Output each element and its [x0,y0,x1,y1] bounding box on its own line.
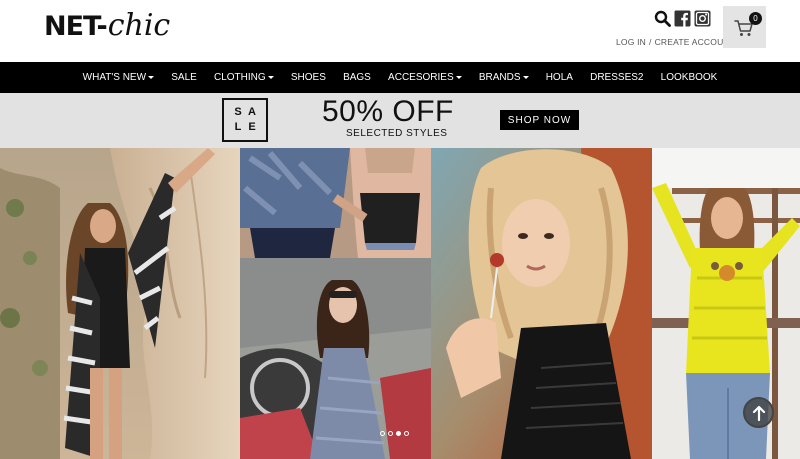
nav-item-bags[interactable]: BAGS [334,72,379,83]
main-nav: WHAT'S NEW SALE CLOTHING SHOES BAGS ACCE… [0,62,800,93]
account-separator: / [649,37,652,47]
slider-dot[interactable] [388,431,393,436]
photo-couple-denim[interactable] [240,148,431,258]
promo-subline: SELECTED STYLES [346,128,448,139]
promo-headline: 50% OFF [322,95,454,128]
sale-letter: A [248,106,256,118]
shop-now-button[interactable]: SHOP NOW [500,110,579,130]
nav-item-label: DRESSES2 [590,72,644,83]
nav-item-hola[interactable]: HOLA [537,72,581,83]
slider-pagination [380,431,409,436]
photo-couple-denim-image [240,148,431,258]
login-link[interactable]: LOG IN [616,37,646,47]
nav-item-label: ACCESORIES [388,72,454,83]
nav-item-shoes[interactable]: SHOES [282,72,334,83]
nav-item-clothing[interactable]: CLOTHING [205,72,282,83]
photo-yellow-sweater[interactable] [652,148,800,459]
site-logo[interactable]: NET-chic [44,8,170,44]
search-icon[interactable] [654,10,671,27]
photo-blonde-portrait-image [431,148,652,459]
logo-part-net: NET- [44,11,108,42]
nav-item-label: BAGS [343,72,371,83]
instagram-icon[interactable] [694,10,711,27]
sale-letter: E [248,121,256,133]
slider-dot[interactable] [404,431,409,436]
sale-badge: S A L E [222,98,268,142]
photo-convertible[interactable] [240,258,431,459]
cart-count-badge: 0 [749,12,762,25]
header-icons [654,10,711,27]
photo-convertible-image [240,258,431,459]
nav-item-label: SALE [171,72,197,83]
caret-down-icon [148,75,155,79]
nav-item-dresses2[interactable]: DRESSES2 [582,72,653,83]
nav-item-whats-new[interactable]: WHAT'S NEW [74,72,163,83]
facebook-icon[interactable] [674,10,691,27]
site-header: NET-chic LOG IN / CREATE ACCOUNT 0 [0,0,800,62]
lookbook-photo-grid [0,148,800,459]
nav-item-lookbook[interactable]: LOOKBOOK [652,72,726,83]
sale-letter: L [234,121,242,133]
nav-item-brands[interactable]: BRANDS [470,72,537,83]
nav-item-label: LOOKBOOK [660,72,718,83]
photo-blonde-portrait[interactable] [431,148,652,459]
promo-banner[interactable]: S A L E 50% OFF SELECTED STYLES [0,93,800,148]
sale-letter: S [234,106,242,118]
logo-part-chic: chic [107,8,171,43]
nav-item-label: CLOTHING [214,72,266,83]
nav-item-label: SHOES [290,72,326,83]
nav-item-sale[interactable]: SALE [163,72,206,83]
photo-desert-kimono[interactable] [0,148,240,459]
caret-down-icon [267,75,274,79]
nav-item-label: BRANDS [478,72,521,83]
account-links: LOG IN / CREATE ACCOUNT [616,37,735,47]
cart-button[interactable]: 0 [723,6,766,48]
photo-yellow-sweater-image [652,148,800,459]
nav-item-accesories[interactable]: ACCESORIES [379,72,470,83]
nav-item-label: HOLA [545,72,573,83]
nav-item-label: WHAT'S NEW [82,72,147,83]
caret-down-icon [522,75,529,79]
arrow-up-icon [752,405,766,421]
caret-down-icon [455,75,462,79]
slider-dot[interactable] [380,431,385,436]
back-to-top-button[interactable] [743,397,774,428]
photo-desert-kimono-image [0,148,240,459]
slider-dot-active[interactable] [396,431,401,436]
